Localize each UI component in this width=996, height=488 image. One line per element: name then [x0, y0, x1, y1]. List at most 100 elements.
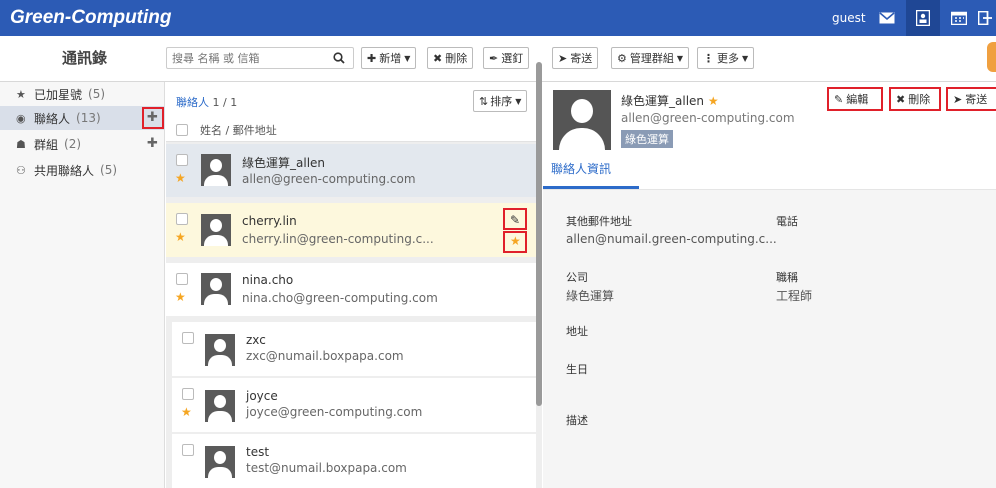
row-checkbox[interactable] [182, 388, 194, 400]
sidebar-item-count: (2) [64, 137, 82, 151]
contact-row[interactable]: ★ nina.cho nina.cho@green-computing.com [166, 263, 536, 316]
sidebar-item-label: 聯絡人 [34, 111, 71, 126]
user-circle-icon: ◉ [16, 111, 26, 125]
pin-icon: ✒ [489, 51, 499, 65]
list-scrollbar[interactable] [536, 62, 542, 406]
sidebar-item-starred[interactable]: ★ 已加星號 (5) [0, 82, 165, 106]
detail-email[interactable]: allen@green-computing.com [621, 111, 795, 125]
sidebar-item-count: (5) [100, 163, 118, 177]
star-icon[interactable]: ★ [175, 171, 186, 185]
birthday-label: 生日 [566, 363, 588, 376]
star-icon[interactable]: ★ [181, 405, 192, 419]
user-name[interactable]: guest [832, 11, 866, 25]
avatar [201, 154, 231, 186]
send-label: 寄送 [570, 52, 593, 65]
contact-row[interactable]: ★ joyce joyce@green-computing.com [172, 378, 536, 432]
more-label: 更多 [717, 52, 739, 65]
new-contact-button[interactable]: ✚ 新增 ▼ [361, 47, 417, 69]
row-checkbox[interactable] [176, 213, 188, 225]
list-count-label: 聯絡人 [176, 96, 209, 109]
description-label: 描述 [566, 414, 588, 427]
add-group-plus-icon[interactable]: ✚ [147, 136, 158, 151]
detail-header: 綠色運算_allen ★ allen@green-computing.com 綠… [543, 82, 996, 190]
contact-row[interactable]: ★ cherry.lin cherry.lin@green-computing.… [166, 203, 536, 257]
avatar [205, 446, 235, 478]
sidebar: ★ 已加星號 (5) ◉ 聯絡人 (13) ✚ ☗ 群組 (2) ✚ ⚇ 共用聯… [0, 82, 165, 488]
mail-icon[interactable] [870, 0, 904, 36]
contact-name: joyce [246, 389, 278, 403]
avatar [205, 334, 235, 366]
send-button[interactable]: ➤ 寄送 [552, 47, 599, 69]
tab-contact-info[interactable]: 聯絡人資訊 [551, 160, 611, 177]
more-button[interactable]: ⋮ 更多 ▼ [697, 47, 755, 69]
search-icon[interactable] [333, 52, 345, 67]
x-icon: ✖ [896, 92, 906, 106]
delete-button[interactable]: ✖ 刪除 [427, 47, 474, 69]
list-count: 聯絡人 1 / 1 [176, 94, 237, 110]
sidebar-item-groups[interactable]: ☗ 群組 (2) [0, 132, 165, 156]
sidebar-item-shared[interactable]: ⚇ 共用聯絡人 (5) [0, 158, 165, 182]
contact-list-panel: 聯絡人 1 / 1 ⇅ 排序 ▼ 姓名 / 郵件地址 ★ 綠色運算_allen … [166, 82, 542, 488]
star-icon[interactable]: ★ [175, 230, 186, 244]
top-bar: Green-Computing guest [0, 0, 996, 36]
title-value: 工程師 [776, 289, 813, 303]
contact-email: nina.cho@green-computing.com [242, 291, 438, 305]
search-box[interactable] [166, 47, 354, 69]
star-icon[interactable]: ★ [708, 94, 719, 108]
more-icon: ⋮ [703, 51, 714, 65]
edit-button[interactable]: ✎ 編輯 [827, 87, 883, 111]
contacts-icon[interactable] [906, 0, 940, 36]
chevron-down-icon: ▼ [515, 96, 522, 106]
chevron-down-icon: ▼ [676, 53, 684, 63]
calendar-icon[interactable] [942, 0, 976, 36]
pin-button[interactable]: ✒ 選釘 [483, 47, 530, 69]
contact-email: joyce@green-computing.com [246, 405, 423, 419]
contact-row[interactable]: test test@numail.boxpapa.com [172, 434, 536, 488]
contact-name: 綠色運算_allen [242, 156, 326, 170]
contact-name: cherry.lin [242, 214, 297, 228]
highlight-box [142, 107, 164, 129]
switch-icon[interactable] [978, 0, 996, 36]
group-icon: ☗ [16, 137, 26, 151]
delete-button[interactable]: ✖ 刪除 [889, 87, 941, 111]
other-email-label: 其他郵件地址 [566, 215, 632, 228]
row-checkbox[interactable] [176, 154, 188, 166]
contact-row[interactable]: ★ 綠色運算_allen allen@green-computing.com [166, 144, 536, 197]
contact-name: test [246, 445, 270, 459]
gear-icon: ⚙ [617, 51, 627, 65]
other-email-value[interactable]: allen@numail.green-computing.c... [566, 232, 777, 246]
row-checkbox[interactable] [182, 444, 194, 456]
select-all-checkbox[interactable] [176, 124, 188, 136]
avatar [205, 390, 235, 422]
x-icon: ✖ [433, 51, 443, 65]
side-tab[interactable] [987, 42, 996, 72]
list-count-value: 1 / 1 [212, 96, 238, 109]
highlight-box [503, 231, 527, 253]
pencil-icon: ✎ [834, 92, 844, 106]
row-checkbox[interactable] [182, 332, 194, 344]
search-input[interactable] [167, 48, 325, 68]
company-value: 綠色運算 [566, 289, 615, 303]
send-button[interactable]: ➤ 寄送 [946, 87, 996, 111]
sort-button[interactable]: ⇅ 排序 ▼ [473, 90, 528, 112]
contact-detail-panel: 綠色運算_allen ★ allen@green-computing.com 綠… [543, 82, 996, 488]
delete-label: 刪除 [908, 93, 931, 106]
shared-icon: ⚇ [16, 163, 26, 177]
sidebar-item-contacts[interactable]: ◉ 聯絡人 (13) [0, 106, 165, 130]
contact-row[interactable]: zxc zxc@numail.boxpapa.com [172, 322, 536, 376]
pin-label: 選釘 [501, 52, 524, 65]
detail-name: 綠色運算_allen [621, 94, 705, 108]
contact-email: zxc@numail.boxpapa.com [246, 349, 404, 363]
sort-label: 排序 [490, 95, 513, 108]
contact-email: allen@green-computing.com [242, 172, 416, 186]
address-label: 地址 [566, 325, 588, 338]
chevron-down-icon: ▼ [742, 53, 749, 63]
send-icon: ➤ [953, 92, 963, 106]
star-icon[interactable]: ★ [175, 290, 186, 304]
manage-group-button[interactable]: ⚙ 管理群組 ▼ [611, 47, 690, 69]
row-checkbox[interactable] [176, 273, 188, 285]
manage-group-label: 管理群組 [629, 52, 674, 65]
plus-icon: ✚ [367, 51, 377, 65]
group-tag[interactable]: 綠色運算 [621, 130, 673, 148]
column-header: 姓名 / 郵件地址 [176, 122, 277, 138]
